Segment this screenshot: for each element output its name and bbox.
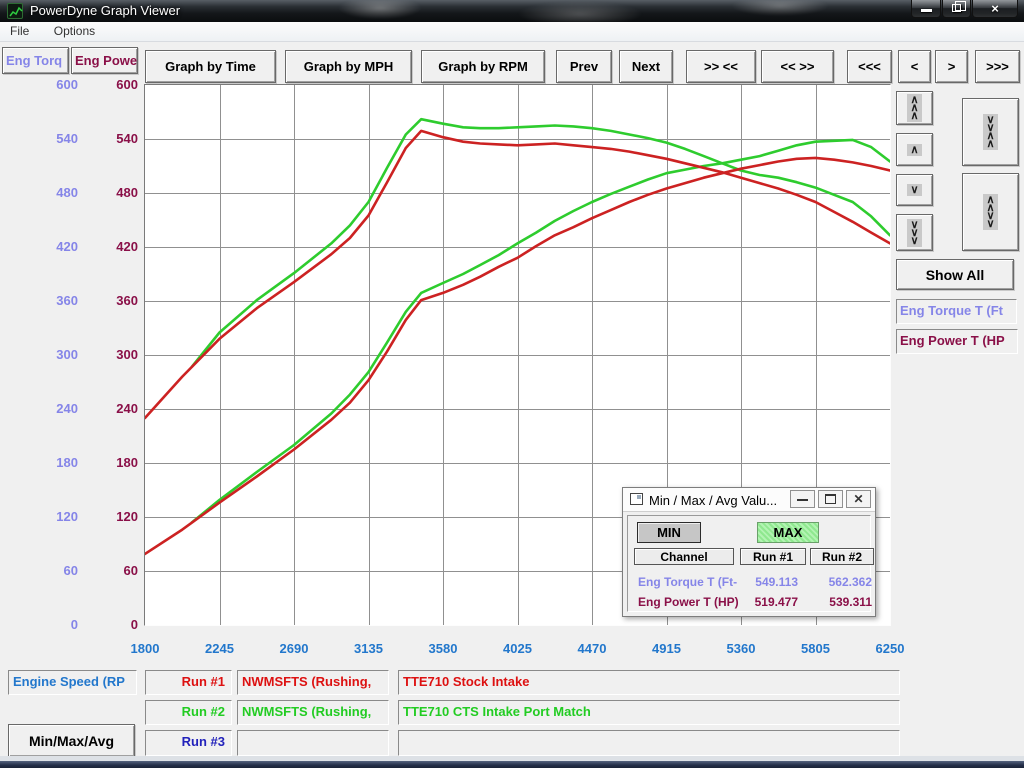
minmax-window-icon xyxy=(630,493,643,505)
axis-tick-label: 4915 xyxy=(635,641,699,656)
y-scroll-down-button[interactable]: ∨ xyxy=(896,174,933,206)
minmax-power-run2-value: 539.311 xyxy=(808,595,872,609)
axis-tick-label: 420 xyxy=(90,239,138,254)
min-tab-button[interactable]: MIN xyxy=(637,522,701,543)
y-scroll-up-fast-button[interactable]: ∧∧∧ xyxy=(896,91,933,125)
axis-tick-label: 480 xyxy=(30,185,78,200)
restore-button[interactable] xyxy=(942,0,971,18)
axis-tick-label: 4470 xyxy=(560,641,624,656)
next-button[interactable]: Next xyxy=(619,50,673,83)
axis-tick-label: 2245 xyxy=(188,641,252,656)
axis-tick-label: 6250 xyxy=(858,641,922,656)
run1-desc-field[interactable]: TTE710 Stock Intake xyxy=(398,670,900,695)
scroll-left-button[interactable]: < xyxy=(898,50,931,83)
axis-tick-label: 120 xyxy=(30,509,78,524)
menu-options[interactable]: Options xyxy=(44,22,105,40)
minmax-maximize-button[interactable] xyxy=(818,490,843,508)
axis-tick-label: 60 xyxy=(30,563,78,578)
axis-tick-label: 240 xyxy=(90,401,138,416)
run3-desc-field[interactable] xyxy=(398,730,900,756)
axis-tick-label: 2690 xyxy=(262,641,326,656)
scroll-far-left-button[interactable]: <<< xyxy=(847,50,892,83)
run3-label: Run #3 xyxy=(145,730,232,756)
channel-column-header[interactable]: Channel xyxy=(634,548,734,565)
axis-tick-label: 360 xyxy=(30,293,78,308)
graph-by-time-button[interactable]: Graph by Time xyxy=(145,50,276,83)
axis-tick-label: 5805 xyxy=(784,641,848,656)
y-scroll-up-button[interactable]: ∧ xyxy=(896,133,933,166)
minmax-avg-button[interactable]: Min/Max/Avg xyxy=(8,724,135,757)
show-all-button[interactable]: Show All xyxy=(896,259,1014,290)
axis-tick-label: 600 xyxy=(30,77,78,92)
axis-tick-label: 540 xyxy=(30,131,78,146)
powerdyne-window: PowerDyne Graph Viewer × File Options En… xyxy=(0,0,1024,768)
y-scroll-down-fast-button[interactable]: ∨∨∨ xyxy=(896,214,933,251)
scroll-far-right-button[interactable]: >>> xyxy=(975,50,1020,83)
x-zoom-in-button[interactable]: >> << xyxy=(686,50,756,83)
aero-glass-highlight xyxy=(260,0,960,22)
axis-tick-label: 4025 xyxy=(486,641,550,656)
run2-label: Run #2 xyxy=(145,700,232,725)
axis-tick-label: 120 xyxy=(90,509,138,524)
minimize-button[interactable] xyxy=(911,0,941,18)
power-axis-label: Eng Power T (HP xyxy=(896,329,1018,354)
y-zoom-in-button[interactable]: ∨∨∧∧ xyxy=(962,98,1019,166)
axis-tick-label: 300 xyxy=(30,347,78,362)
torque-channel-button[interactable]: Eng Torq xyxy=(2,47,69,74)
minmax-window-title: Min / Max / Avg Valu... xyxy=(649,493,777,508)
axis-tick-label: 0 xyxy=(90,617,138,632)
menu-bar: File Options xyxy=(0,22,1024,42)
minmax-window[interactable]: Min / Max / Avg Valu... ✕ MIN MAX Channe… xyxy=(622,487,876,617)
minmax-title-bar[interactable]: Min / Max / Avg Valu... ✕ xyxy=(623,488,875,512)
scroll-right-button[interactable]: > xyxy=(935,50,968,83)
taskbar-edge xyxy=(0,761,1024,768)
run2-desc-field[interactable]: TTE710 CTS Intake Port Match xyxy=(398,700,900,725)
run2-file-field: NWMSFTS (Rushing, xyxy=(237,700,389,725)
minmax-body: MIN MAX Channel Run #1 Run #2 Eng Torque… xyxy=(627,515,871,612)
minmax-minimize-button[interactable] xyxy=(790,490,815,508)
axis-tick-label: 180 xyxy=(30,455,78,470)
graph-by-rpm-button[interactable]: Graph by RPM xyxy=(421,50,545,83)
axis-tick-label: 0 xyxy=(30,617,78,632)
axis-tick-label: 3135 xyxy=(337,641,401,656)
run2-column-header[interactable]: Run #2 xyxy=(810,548,874,565)
axis-tick-label: 5360 xyxy=(709,641,773,656)
title-bar[interactable]: PowerDyne Graph Viewer × xyxy=(0,0,1024,22)
menu-file[interactable]: File xyxy=(0,22,39,40)
minmax-close-button[interactable]: ✕ xyxy=(846,490,871,508)
axis-tick-label: 180 xyxy=(90,455,138,470)
close-button[interactable]: × xyxy=(972,0,1018,18)
minmax-power-run1-value: 519.477 xyxy=(734,595,798,609)
app-icon xyxy=(7,3,23,19)
graph-by-mph-button[interactable]: Graph by MPH xyxy=(285,50,412,83)
axis-tick-label: 1800 xyxy=(113,641,177,656)
minmax-torque-run2-value: 562.362 xyxy=(808,575,872,589)
minmax-torque-run1-value: 549.113 xyxy=(734,575,798,589)
minmax-power-channel: Eng Power T (HP) xyxy=(638,595,739,609)
minmax-torque-channel: Eng Torque T (Ft- xyxy=(638,575,737,589)
run1-file-field: NWMSFTS (Rushing, xyxy=(237,670,389,695)
run1-label: Run #1 xyxy=(145,670,232,695)
x-channel-field: Engine Speed (RP xyxy=(8,670,137,695)
prev-button[interactable]: Prev xyxy=(556,50,612,83)
run3-file-field xyxy=(237,730,389,756)
axis-tick-label: 240 xyxy=(30,401,78,416)
power-channel-button[interactable]: Eng Powe xyxy=(71,47,138,74)
x-zoom-out-button[interactable]: << >> xyxy=(761,50,834,83)
axis-tick-label: 480 xyxy=(90,185,138,200)
axis-tick-label: 3580 xyxy=(411,641,475,656)
axis-tick-label: 420 xyxy=(30,239,78,254)
axis-tick-label: 60 xyxy=(90,563,138,578)
max-tab-button[interactable]: MAX xyxy=(757,522,819,543)
window-title: PowerDyne Graph Viewer xyxy=(30,3,180,18)
torque-axis-label: Eng Torque T (Ft xyxy=(896,299,1017,324)
axis-tick-label: 540 xyxy=(90,131,138,146)
run1-column-header[interactable]: Run #1 xyxy=(740,548,806,565)
axis-tick-label: 600 xyxy=(90,77,138,92)
y-zoom-out-button[interactable]: ∧∧∨∨ xyxy=(962,173,1019,251)
axis-tick-label: 360 xyxy=(90,293,138,308)
axis-tick-label: 300 xyxy=(90,347,138,362)
